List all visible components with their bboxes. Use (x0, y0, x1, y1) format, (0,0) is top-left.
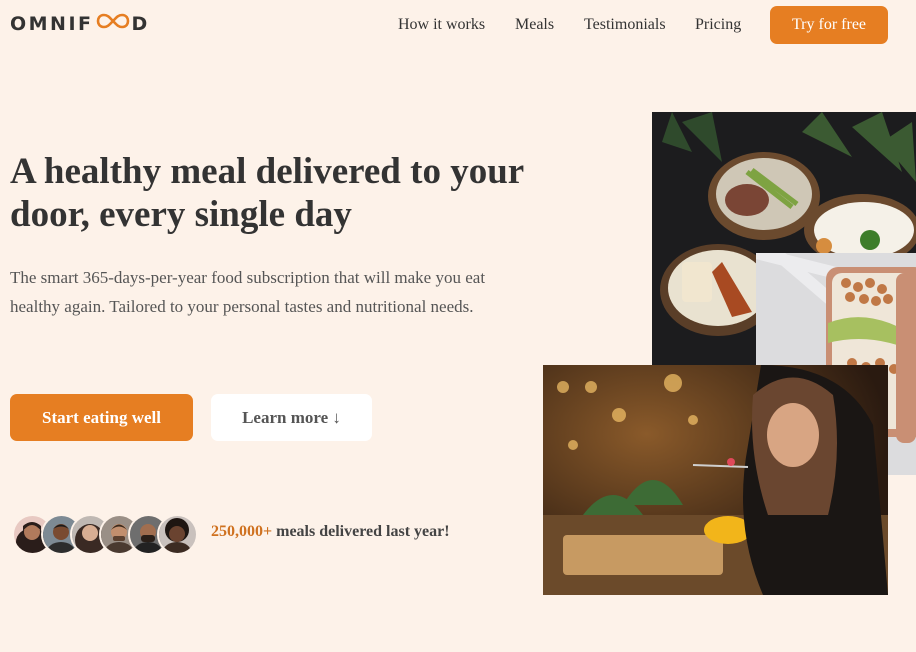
try-for-free-button[interactable]: Try for free (770, 6, 888, 44)
learn-more-button[interactable]: Learn more ↓ (211, 394, 372, 441)
meals-delivered-count: 250,000+ (211, 523, 273, 540)
infinity-icon (95, 12, 131, 35)
logo-text-end: D (131, 12, 150, 35)
nav-link-testimonials[interactable]: Testimonials (584, 16, 666, 34)
nav-link-meals[interactable]: Meals (515, 16, 554, 34)
hero-image-woman-eating (543, 365, 888, 595)
meals-delivered-text: 250,000+ meals delivered last year! (211, 523, 450, 541)
start-eating-well-button[interactable]: Start eating well (10, 394, 193, 441)
hero-title: A healthy meal delivered to your door, e… (10, 151, 524, 235)
nav-link-how-it-works[interactable]: How it works (398, 16, 485, 34)
nav-link-pricing[interactable]: Pricing (695, 16, 741, 34)
hero-description: The smart 365-days-per-year food subscri… (10, 268, 486, 316)
meals-delivered-label: meals delivered last year! (272, 523, 450, 540)
logo-text-start: OMNIF (10, 12, 94, 35)
avatar (157, 514, 198, 555)
omnifood-logo[interactable]: OMNIF D (10, 12, 150, 35)
